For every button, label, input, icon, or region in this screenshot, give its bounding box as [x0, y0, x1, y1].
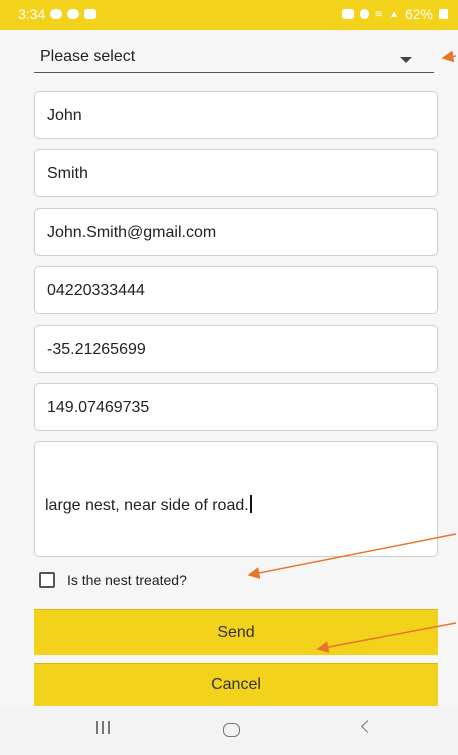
treated-checkbox[interactable] [39, 572, 55, 588]
treated-checkbox-label: Is the nest treated? [67, 572, 187, 588]
last-name-value: Smith [47, 165, 88, 182]
wifi-icon: ≋ [374, 8, 384, 20]
back-icon[interactable] [361, 720, 374, 733]
notes-textarea[interactable]: large nest, near side of road. [34, 441, 438, 557]
notes-value: large nest, near side of road. [45, 497, 249, 514]
battery-percent: 62% [404, 6, 433, 22]
send-button[interactable]: Send [34, 609, 438, 655]
status-bar: 3:34 ≋ ▲ 62% [0, 0, 458, 30]
gallery-icon [84, 9, 97, 19]
home-icon[interactable] [223, 723, 240, 737]
latitude-field[interactable]: -35.21265699 [34, 325, 438, 373]
notification-icon [50, 9, 63, 19]
phone-field[interactable]: 04220333444 [34, 266, 438, 314]
longitude-field[interactable]: 149.07469735 [34, 383, 438, 431]
location-icon [359, 9, 369, 19]
status-left: 3:34 [18, 6, 97, 22]
first-name-field[interactable]: John [34, 91, 438, 139]
alarm-icon [341, 9, 354, 19]
status-right: ≋ ▲ 62% [341, 6, 448, 22]
latitude-value: -35.21265699 [47, 341, 146, 358]
battery-icon [439, 9, 448, 19]
chat-icon [67, 9, 80, 19]
send-button-label: Send [217, 623, 255, 641]
chevron-down-icon [400, 57, 412, 63]
status-time: 3:34 [18, 6, 46, 22]
phone-value: 04220333444 [47, 282, 145, 299]
dropdown-selected: Please select [40, 48, 136, 65]
signal-icon: ▲ [389, 8, 399, 20]
text-cursor [249, 495, 252, 513]
nest-type-dropdown[interactable]: Please select [34, 42, 434, 73]
cancel-button-label: Cancel [211, 676, 261, 693]
nav-bar [0, 706, 458, 755]
notes-text: large nest, near side of road. [45, 495, 252, 515]
last-name-field[interactable]: Smith [34, 149, 438, 197]
longitude-value: 149.07469735 [47, 399, 150, 416]
treated-checkbox-row[interactable]: Is the nest treated? [39, 570, 187, 590]
annotation-arrow-dropdown [441, 50, 457, 63]
recent-apps-icon[interactable] [96, 721, 110, 734]
email-value: John.Smith@gmail.com [47, 224, 217, 241]
email-field[interactable]: John.Smith@gmail.com [34, 208, 438, 256]
cancel-button[interactable]: Cancel [34, 663, 438, 706]
first-name-value: John [47, 107, 82, 124]
